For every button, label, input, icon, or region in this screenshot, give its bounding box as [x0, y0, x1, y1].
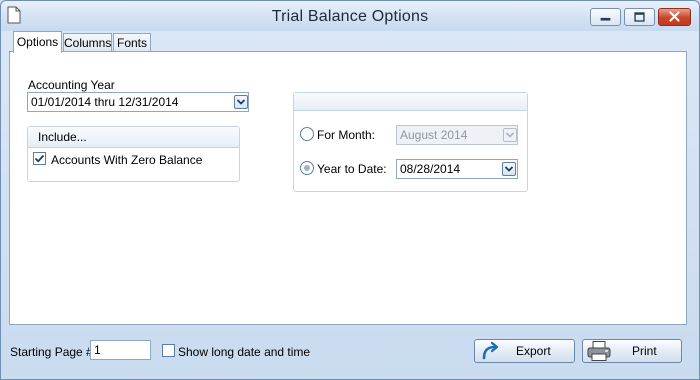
- print-button[interactable]: Print: [582, 339, 682, 363]
- close-button[interactable]: [658, 8, 691, 26]
- accounting-year-select[interactable]: 01/01/2014 thru 12/31/2014: [27, 92, 249, 112]
- year-to-date-value: 08/28/2014: [400, 162, 461, 176]
- for-month-value: August 2014: [400, 128, 468, 142]
- year-to-date-label: Year to Date:: [317, 162, 387, 176]
- for-month-radio[interactable]: [300, 127, 314, 141]
- long-date-checkbox[interactable]: [162, 344, 175, 357]
- include-group-title: Include...: [28, 127, 239, 148]
- export-arrow-icon: [482, 341, 499, 360]
- tab-options[interactable]: Options: [13, 31, 62, 53]
- close-icon: [669, 11, 680, 22]
- year-to-date-date-field[interactable]: 08/28/2014: [396, 159, 518, 179]
- minimize-button[interactable]: [590, 8, 621, 26]
- tab-columns[interactable]: Columns: [63, 33, 112, 52]
- period-group-header: [294, 93, 527, 111]
- tab-fonts[interactable]: Fonts: [113, 33, 151, 52]
- long-date-label: Show long date and time: [178, 345, 311, 359]
- accounting-year-label: Accounting Year: [28, 78, 115, 92]
- accounting-year-value: 01/01/2014 thru 12/31/2014: [31, 95, 179, 109]
- maximize-button[interactable]: [624, 8, 655, 26]
- export-button[interactable]: Export: [474, 339, 575, 363]
- starting-page-value: 1: [94, 343, 101, 357]
- checkmark-icon: [34, 154, 45, 163]
- year-to-date-dropdown-button[interactable]: [502, 162, 516, 176]
- chevron-down-icon: [236, 99, 246, 105]
- zero-balance-label: Accounts With Zero Balance: [51, 153, 203, 167]
- year-to-date-radio[interactable]: [300, 161, 314, 175]
- for-month-label: For Month:: [317, 128, 376, 142]
- printer-icon: [587, 341, 611, 361]
- maximize-icon: [634, 12, 645, 22]
- chevron-down-icon: [504, 166, 514, 172]
- for-month-select[interactable]: August 2014: [396, 125, 518, 145]
- minimize-icon: [600, 17, 611, 21]
- accounting-year-dropdown-button[interactable]: [234, 95, 248, 109]
- for-month-dropdown-button[interactable]: [503, 128, 517, 142]
- starting-page-input[interactable]: 1: [90, 340, 151, 360]
- starting-page-label: Starting Page #: [10, 345, 93, 359]
- print-button-label: Print: [632, 344, 657, 358]
- zero-balance-checkbox[interactable]: [33, 152, 46, 165]
- chevron-down-icon: [505, 132, 515, 138]
- export-button-label: Export: [516, 344, 551, 358]
